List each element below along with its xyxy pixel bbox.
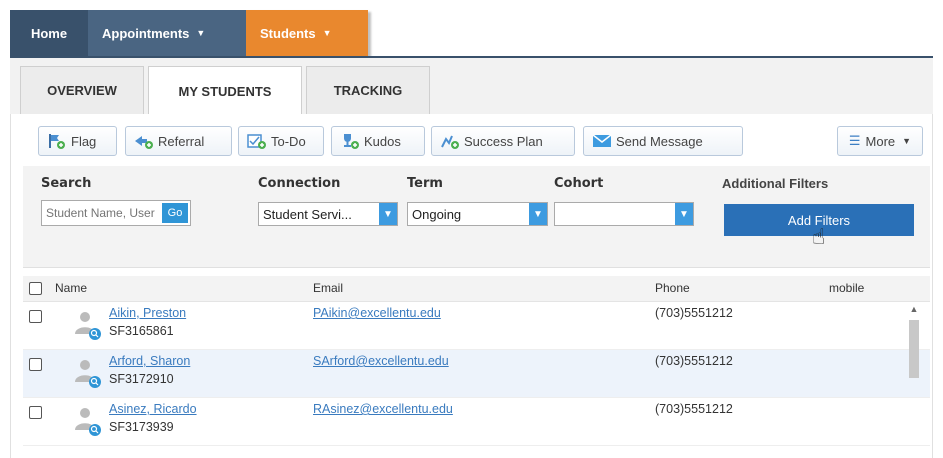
go-button[interactable]: Go	[162, 203, 188, 223]
scroll-thumb[interactable]	[909, 320, 919, 378]
select-all-checkbox[interactable]	[29, 282, 42, 295]
chevron-down-icon: ▼	[529, 203, 547, 225]
connection-value: Student Servi...	[263, 206, 352, 222]
filter-bar: Search Go Connection Student Servi... ▼ …	[23, 166, 930, 268]
nav-students[interactable]: Students ▼	[246, 10, 368, 56]
table-row: Asinez, Ricardo SF3173939 RAsinez@excell…	[23, 398, 930, 446]
row-checkbox[interactable]	[29, 406, 42, 419]
student-name-link[interactable]: Aikin, Preston	[109, 306, 186, 320]
cohort-label: Cohort	[554, 176, 604, 191]
avatar	[69, 356, 105, 390]
more-button[interactable]: ☰ More ▼	[837, 126, 923, 156]
connection-label: Connection	[258, 176, 341, 191]
tab-my-students-label: MY STUDENTS	[178, 84, 272, 99]
nav-appointments[interactable]: Appointments ▼	[88, 10, 246, 56]
tab-tracking[interactable]: TRACKING	[306, 66, 430, 114]
nav-home[interactable]: Home	[10, 10, 88, 56]
todo-icon	[247, 133, 267, 149]
term-label: Term	[407, 176, 443, 191]
menu-icon: ☰	[848, 133, 861, 148]
column-header-email[interactable]: Email	[313, 281, 343, 295]
student-id: SF3173939	[109, 420, 174, 434]
students-table: Name Email Phone mobile Aikin, Preston S…	[23, 276, 930, 446]
student-phone: (703)5551212	[655, 306, 733, 320]
chevron-down-icon: ▼	[675, 203, 693, 225]
nav-home-label: Home	[30, 25, 68, 41]
row-checkbox[interactable]	[29, 310, 42, 323]
success-plan-button[interactable]: Success Plan	[431, 126, 575, 156]
student-email-link[interactable]: RAsinez@excellentu.edu	[313, 402, 453, 416]
avatar	[69, 404, 105, 438]
flag-button[interactable]: Flag	[38, 126, 117, 156]
search-input[interactable]	[42, 201, 160, 225]
additional-filters-label: Additional Filters	[722, 176, 829, 191]
term-value: Ongoing	[412, 206, 462, 222]
column-header-mobile[interactable]: mobile	[829, 281, 864, 295]
tab-bar: OVERVIEW MY STUDENTS TRACKING	[10, 58, 933, 116]
student-email-link[interactable]: SArford@excellentu.edu	[313, 354, 449, 368]
chevron-down-icon: ▼	[902, 136, 912, 146]
chevron-down-icon: ▼	[379, 203, 397, 225]
student-name-link[interactable]: Arford, Sharon	[109, 354, 190, 368]
student-email-link[interactable]: PAikin@excellentu.edu	[313, 306, 441, 320]
student-id: SF3172910	[109, 372, 174, 386]
send-message-button-label: Send Message	[616, 133, 703, 149]
hand-cursor-icon: ☝	[812, 224, 826, 249]
tab-overview-label: OVERVIEW	[47, 83, 117, 98]
avatar	[69, 308, 105, 342]
cohort-select[interactable]: ▼	[554, 202, 694, 226]
row-checkbox[interactable]	[29, 358, 42, 371]
table-header: Name Email Phone mobile	[23, 276, 930, 302]
more-button-label: More	[865, 133, 896, 149]
connection-select[interactable]: Student Servi... ▼	[258, 202, 398, 226]
flag-icon	[47, 133, 67, 149]
my-students-panel: Flag Referral To-Do Kudos Success Plan S…	[10, 114, 933, 458]
todo-button[interactable]: To-Do	[238, 126, 324, 156]
nav-students-label: Students	[260, 25, 316, 41]
student-phone: (703)5551212	[655, 402, 733, 416]
referral-icon	[134, 133, 154, 149]
search-field: Go	[41, 200, 191, 226]
envelope-icon	[592, 133, 612, 149]
flag-button-label: Flag	[71, 133, 97, 149]
success-plan-button-label: Success Plan	[464, 133, 543, 149]
column-header-phone[interactable]: Phone	[655, 281, 690, 295]
kudos-button[interactable]: Kudos	[331, 126, 425, 156]
nav-appointments-label: Appointments	[102, 25, 190, 41]
referral-button[interactable]: Referral	[125, 126, 232, 156]
student-phone: (703)5551212	[655, 354, 733, 368]
kudos-button-label: Kudos	[364, 133, 401, 149]
todo-button-label: To-Do	[271, 133, 306, 149]
student-name-link[interactable]: Asinez, Ricardo	[109, 402, 197, 416]
search-label: Search	[41, 176, 92, 191]
table-row: Arford, Sharon SF3172910 SArford@excelle…	[23, 350, 930, 398]
table-row: Aikin, Preston SF3165861 PAikin@excellen…	[23, 302, 930, 350]
referral-button-label: Referral	[158, 133, 205, 149]
table-scrollbar[interactable]: ▲	[908, 304, 920, 458]
trophy-icon	[340, 133, 360, 149]
tab-tracking-label: TRACKING	[333, 83, 403, 98]
scroll-up-icon[interactable]: ▲	[908, 304, 920, 316]
chevron-down-icon: ▼	[322, 28, 332, 38]
chevron-down-icon: ▼	[196, 28, 206, 38]
term-select[interactable]: Ongoing ▼	[407, 202, 548, 226]
tab-overview[interactable]: OVERVIEW	[20, 66, 144, 114]
send-message-button[interactable]: Send Message	[583, 126, 743, 156]
top-nav: Home Appointments ▼ Students ▼	[10, 10, 368, 56]
student-id: SF3165861	[109, 324, 174, 338]
column-header-name[interactable]: Name	[55, 281, 87, 295]
tab-my-students[interactable]: MY STUDENTS	[148, 66, 302, 116]
success-plan-icon	[440, 133, 460, 149]
go-button-label: Go	[167, 207, 183, 219]
